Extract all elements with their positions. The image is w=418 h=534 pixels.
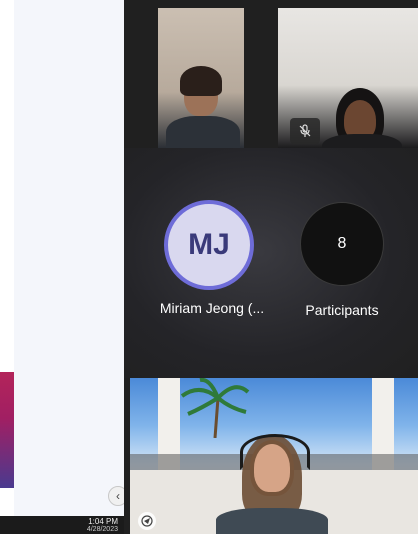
avatar[interactable]: MJ bbox=[164, 200, 254, 290]
participant-hair bbox=[180, 66, 222, 96]
video-tile-participant-3[interactable] bbox=[130, 378, 418, 534]
meeting-gallery: MJ Miriam Jeong (... 8 Participants bbox=[124, 0, 418, 534]
taskbar-time: 1:04 PM bbox=[88, 517, 118, 526]
participants-count: 8 bbox=[337, 235, 347, 252]
video-tile-participant-1[interactable] bbox=[158, 8, 244, 148]
video-tile-participant-2[interactable] bbox=[278, 8, 418, 148]
mute-indicator bbox=[290, 118, 320, 144]
participant-shoulders bbox=[322, 134, 402, 148]
palm-tree-graphic bbox=[180, 378, 250, 438]
taskbar: 1:04 PM 4/28/2023 bbox=[0, 516, 124, 534]
headset-band bbox=[240, 434, 310, 470]
participant-shoulders bbox=[216, 508, 328, 534]
shared-content-area bbox=[0, 0, 124, 516]
chevron-left-icon: ‹ bbox=[116, 489, 120, 503]
avatar-initials: MJ bbox=[188, 228, 230, 261]
participant-name: Miriam Jeong (... bbox=[159, 300, 265, 316]
teams-logo-icon bbox=[141, 515, 153, 527]
slide-accent-graphic bbox=[0, 372, 14, 488]
taskbar-date: 4/28/2023 bbox=[86, 526, 118, 533]
participants-label: Participants bbox=[305, 302, 379, 318]
mic-off-icon bbox=[299, 124, 311, 137]
participant-shoulders bbox=[166, 116, 240, 148]
participants-count-button[interactable]: 8 bbox=[300, 202, 384, 286]
teams-icon bbox=[138, 512, 156, 530]
